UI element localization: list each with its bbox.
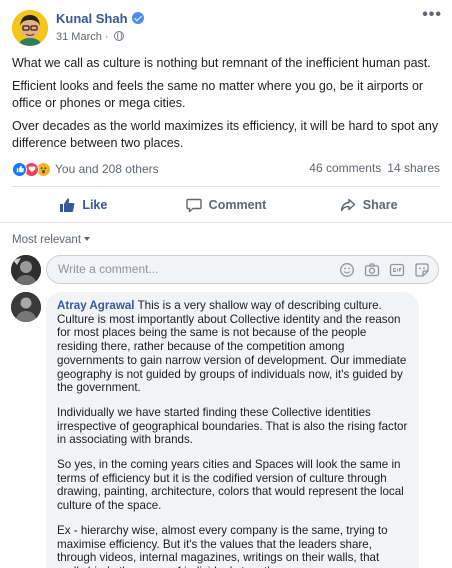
- post-meta: 31 March ·: [56, 31, 124, 43]
- post-date[interactable]: 31 March: [56, 31, 102, 43]
- post-paragraph: Efficient looks and feels the same no ma…: [12, 79, 424, 110]
- post-paragraph: Over decades as the world maximizes its …: [12, 119, 439, 150]
- comment-sort-label: Most relevant: [12, 234, 82, 246]
- divider: [12, 186, 440, 187]
- more-options-icon[interactable]: •••: [422, 6, 442, 24]
- post-actions: Like Comment Share: [12, 188, 440, 222]
- like-reaction-icon: [12, 161, 27, 177]
- globe-icon[interactable]: [113, 31, 124, 41]
- reactions-summary[interactable]: You and 208 others: [12, 160, 159, 178]
- emoji-icon[interactable]: [339, 262, 355, 278]
- like-label: Like: [82, 198, 108, 212]
- comment-paragraph: Ex - hierarchy wise, almost every compan…: [57, 523, 388, 568]
- post-author[interactable]: Kunal Shah: [56, 11, 144, 26]
- post-card: Kunal Shah 31 March · ••• What we call a…: [0, 0, 452, 568]
- thumbs-up-icon: [60, 198, 75, 212]
- reactions-text[interactable]: You and 208 others: [55, 162, 159, 176]
- current-user-avatar[interactable]: [11, 255, 41, 285]
- comment-text: This is a very shallow way of describing…: [57, 299, 407, 395]
- gif-icon[interactable]: [389, 262, 405, 278]
- post-author-name[interactable]: Kunal Shah: [56, 11, 128, 26]
- like-button[interactable]: Like: [12, 188, 155, 222]
- comment-input-box[interactable]: [46, 255, 439, 284]
- sticker-icon[interactable]: [414, 262, 430, 278]
- comment-bubble: Atray Agrawal This is a very shallow way…: [46, 292, 419, 568]
- comment-input[interactable]: [58, 262, 308, 276]
- post-text: What we call as culture is nothing but r…: [12, 55, 442, 158]
- share-icon: [340, 198, 355, 212]
- comment-button[interactable]: Comment: [155, 188, 298, 222]
- shares-count[interactable]: 14 shares: [387, 161, 440, 175]
- comments-count[interactable]: 46 comments: [309, 161, 381, 175]
- commenter-name[interactable]: Atray Agrawal: [57, 299, 135, 312]
- camera-icon[interactable]: [364, 262, 380, 278]
- caret-down-icon: [84, 237, 91, 241]
- comment-paragraph: Atray Agrawal This is a very shallow way…: [57, 299, 409, 395]
- comment-paragraph: Individually we have started finding the…: [57, 405, 408, 447]
- verified-badge-icon: [131, 12, 144, 24]
- comment-paragraph: So yes, in the coming years cities and S…: [57, 458, 404, 513]
- share-label: Share: [362, 198, 398, 212]
- engagement-counts: 46 comments 14 shares: [309, 161, 440, 175]
- commenter-avatar[interactable]: [11, 292, 41, 322]
- comment-icon: [185, 198, 202, 213]
- comment-sort-dropdown[interactable]: Most relevant: [12, 234, 91, 246]
- divider: [0, 222, 452, 223]
- author-avatar[interactable]: [12, 10, 48, 46]
- comment-input-icons: [339, 262, 430, 278]
- post-paragraph: What we call as culture is nothing but r…: [12, 56, 431, 70]
- comment-label: Comment: [208, 198, 267, 212]
- share-button[interactable]: Share: [297, 188, 440, 222]
- meta-separator: ·: [104, 31, 109, 43]
